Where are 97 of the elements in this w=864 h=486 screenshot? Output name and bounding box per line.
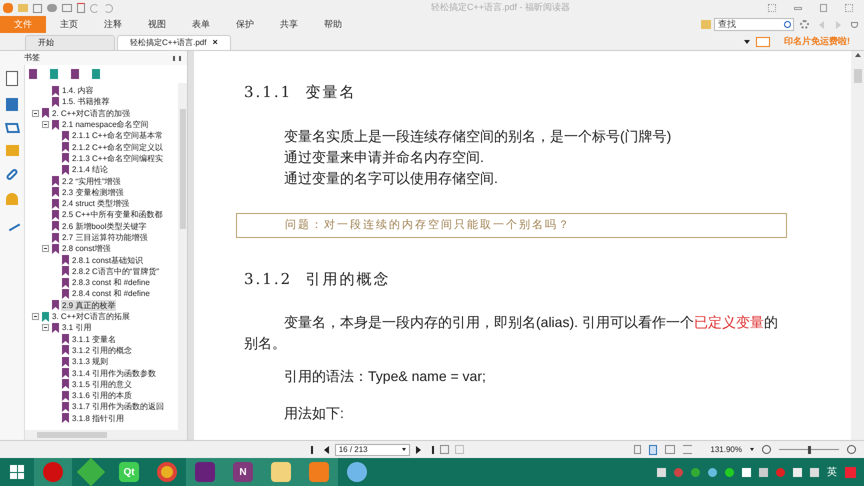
bookmark-item[interactable]: 2.2 “实用性”增强: [61, 176, 122, 187]
bookmark-item[interactable]: 3.1.7 引用作为函数的返回: [71, 401, 166, 412]
collapse-icon[interactable]: [32, 110, 39, 117]
bookmark-item[interactable]: 2.1.1 C++命名空间基本常: [71, 130, 164, 142]
collapse-icon[interactable]: [42, 324, 49, 332]
attachment-icon[interactable]: [5, 168, 19, 182]
collapse-icon[interactable]: [42, 121, 49, 128]
record-app-icon[interactable]: [43, 462, 63, 482]
menu-tab[interactable]: 保护: [224, 16, 266, 33]
ide-app-icon[interactable]: [195, 462, 215, 482]
sidebar-title: 书签: [24, 52, 40, 64]
single-page-icon[interactable]: [634, 445, 642, 454]
menu-tab[interactable]: 注释: [92, 16, 134, 33]
bookmark-item[interactable]: 2.1 namespace命名空间: [61, 119, 150, 130]
bookmark-icon: [42, 108, 49, 118]
bookmark-item[interactable]: 3.1.5 引用的意义: [71, 378, 134, 390]
bookmark-icon: [52, 300, 59, 310]
bookmark-item[interactable]: 2.8.1 const基础知识: [71, 254, 144, 266]
bookmark-item[interactable]: 3.1.8 指针引用: [71, 412, 126, 424]
bookmark-item[interactable]: 3.1.1 变量名: [71, 334, 118, 345]
bookmark-icon: [52, 322, 59, 333]
restore-icon[interactable]: [820, 4, 827, 12]
body-text: 变量名实质上是一段连续存储空间的别名，是一个标号(门牌号): [284, 126, 672, 146]
facing-page-icon[interactable]: [665, 445, 676, 454]
menu-tab[interactable]: 帮助: [312, 16, 354, 33]
collapse-icon[interactable]: [42, 245, 49, 252]
bookmark-icon: [42, 312, 49, 322]
dropdown-caret-icon[interactable]: [744, 40, 750, 44]
bookmark-item[interactable]: 1.4. 内容: [62, 85, 94, 96]
bookmark-item[interactable]: 2.6 新增bool类型关键字: [61, 220, 148, 232]
scrollbar-thumb[interactable]: [854, 69, 862, 83]
bookmark-icon: [52, 120, 59, 130]
card-icon[interactable]: [756, 37, 770, 47]
app-logo-icon: [3, 3, 13, 13]
minimize-icon[interactable]: [794, 6, 802, 10]
input-method-text[interactable]: 英: [827, 464, 837, 480]
redo-icon[interactable]: [104, 4, 113, 12]
close-tab-icon[interactable]: ×: [212, 36, 218, 50]
bookmark-item[interactable]: 2.1.3 C++命名空间编程实: [71, 152, 164, 164]
zoom-out-icon[interactable]: [762, 445, 771, 454]
section-heading: 3.1.2 引用的概念: [244, 268, 392, 290]
page-number-field[interactable]: 16 / 213: [334, 444, 410, 456]
scrollbar[interactable]: [178, 83, 187, 430]
start-icon[interactable]: [10, 465, 24, 479]
bookmark-item[interactable]: 2.9 真正的枚举: [61, 300, 116, 311]
layers-icon[interactable]: [4, 123, 20, 133]
bookmark-panel-icon[interactable]: [6, 71, 18, 86]
menu-tab[interactable]: 共享: [268, 16, 310, 33]
window-title: 轻松搞定C++语言.pdf - 福昕阅读器: [430, 1, 570, 14]
bookmark-item[interactable]: 2.7 三目运算符功能增强: [61, 232, 148, 243]
zoom-level-text[interactable]: 131.90%: [710, 444, 742, 456]
bookmark-item[interactable]: 3.1.4 引用作为函数参数: [71, 368, 158, 379]
scroll-up-icon[interactable]: [854, 53, 860, 57]
body-text: 用法如下:: [284, 404, 345, 423]
body-text: 变量名，本身是一段内存的引用，即别名(alias). 引用可以看作一个已定义变量的别名。: [244, 313, 779, 353]
zoom-in-icon[interactable]: [847, 445, 856, 454]
folder-app-icon[interactable]: [271, 462, 291, 482]
browser-app-icon[interactable]: [157, 462, 177, 482]
bookmark-item[interactable]: 2. C++对C语言的加强: [51, 108, 131, 119]
new-document-icon[interactable]: [77, 3, 85, 13]
collapse-icon[interactable]: [32, 313, 39, 320]
document-tab[interactable]: 开始: [25, 35, 115, 50]
bookmark-item[interactable]: 3.1.2 引用的概念: [71, 344, 134, 356]
bookmark-item[interactable]: 3.1.3 规则: [71, 356, 110, 368]
menu-tab[interactable]: 视图: [136, 16, 178, 33]
bookmark-item[interactable]: 2.3 变量检测增强: [61, 186, 124, 198]
screen-icon[interactable]: [62, 4, 72, 12]
undo-icon[interactable]: [90, 4, 99, 12]
bookmark-item[interactable]: 2.8.4 const 和 #define: [71, 288, 151, 300]
bookmark-item[interactable]: 2.1.2 C++命名空间定义以: [71, 142, 164, 153]
notebook-app-icon[interactable]: N: [233, 462, 253, 482]
bookmark-item[interactable]: 2.1.4 结论: [71, 164, 110, 176]
bookmark-item[interactable]: 2.5 C++中所有变量和函数都: [61, 209, 164, 220]
bookmark-item[interactable]: 3. C++对C语言的拓展: [51, 311, 131, 322]
body-text: 通过变量的名字可以使用存储空间.: [284, 168, 499, 188]
horizontal-scrollbar-thumb[interactable]: [37, 432, 107, 438]
zoom-slider-thumb[interactable]: [808, 446, 811, 454]
search-field[interactable]: 查找: [714, 18, 794, 31]
body-text: 通过变量来申请并命名内存空间.: [284, 148, 485, 166]
bookmark-item[interactable]: 2.8 const增强: [61, 243, 112, 254]
continuous-page-icon[interactable]: [649, 444, 658, 454]
question-text: 问题：对一段连续的内存空间只能取一个别名吗？: [285, 216, 571, 233]
bookmark-item[interactable]: 2.8.3 const 和 #define: [71, 277, 151, 288]
menu-tab[interactable]: 表单: [180, 16, 222, 33]
chat-app-icon[interactable]: [347, 462, 367, 482]
body-text: 引用的语法：Type& name = var;: [284, 367, 487, 386]
document-tab[interactable]: 轻松搞定C++语言.pdf ×: [117, 35, 231, 50]
bookmark-item[interactable]: 3.1.6 引用的本质: [71, 390, 134, 402]
bookmark-item[interactable]: 3.1 引用: [61, 322, 92, 334]
menu-tab[interactable]: 主页: [48, 16, 90, 33]
section-heading: 3.1.1 变量名: [244, 82, 358, 103]
dropdown-caret-icon[interactable]: [750, 448, 754, 451]
split-view-icon[interactable]: [683, 445, 692, 454]
bookmark-item[interactable]: 1.5. 书籍推荐: [62, 96, 110, 108]
bookmark-item[interactable]: 2.8.2 C语言中的“冒牌货”: [71, 266, 160, 277]
search-icon[interactable]: [784, 21, 791, 28]
bookmark-item[interactable]: 2.4 struct 类型增强: [61, 198, 130, 210]
